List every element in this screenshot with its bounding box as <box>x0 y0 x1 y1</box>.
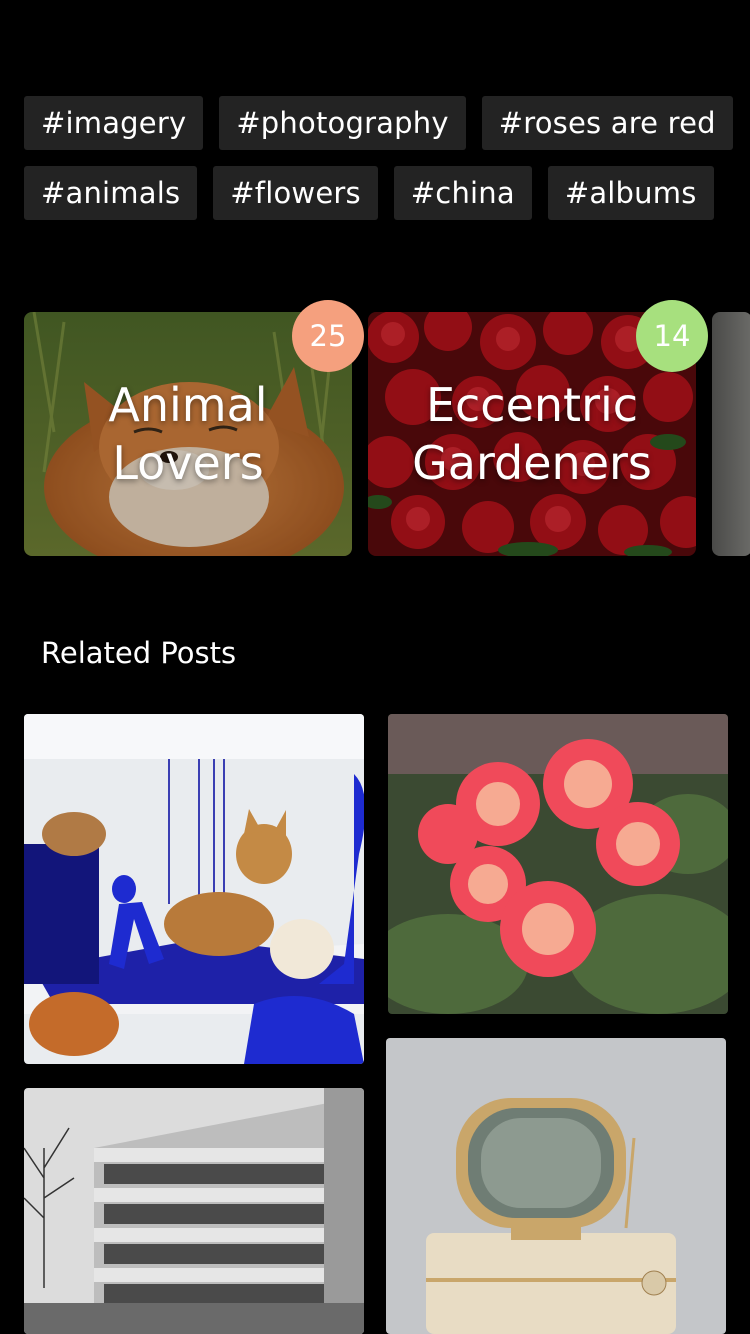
hashtag-animals[interactable]: #animals <box>24 166 198 220</box>
hashtag-list: #imagery #photography #roses are red #an… <box>24 96 733 236</box>
collection-count-badge: 25 <box>292 300 364 372</box>
collection-card-next[interactable] <box>712 312 750 556</box>
concrete-building-photo <box>24 1088 364 1334</box>
collection-title: Eccentric Gardeners <box>412 378 652 490</box>
related-post[interactable] <box>388 714 728 1014</box>
hashtag-roses-are-red[interactable]: #roses are red <box>481 96 733 150</box>
related-post[interactable] <box>24 714 364 1064</box>
hashtag-china[interactable]: #china <box>393 166 532 220</box>
hashtag-flowers[interactable]: #flowers <box>213 166 378 220</box>
hashtag-row: #animals #flowers #china #albums <box>24 166 726 220</box>
related-post[interactable] <box>386 1038 726 1334</box>
pink-begonias-photo <box>388 714 728 1014</box>
hashtag-photography[interactable]: #photography <box>219 96 466 150</box>
hashtag-albums[interactable]: #albums <box>547 166 714 220</box>
collection-title: Animal Lovers <box>108 378 268 490</box>
related-post[interactable] <box>24 1088 364 1334</box>
animals-blue-room-photo <box>24 714 364 1064</box>
hashtag-imagery[interactable]: #imagery <box>24 96 204 150</box>
retro-television-photo <box>386 1038 726 1334</box>
collection-count-badge: 14 <box>636 300 708 372</box>
hashtag-row: #imagery #photography #roses are red <box>24 96 733 150</box>
related-posts-heading: Related Posts <box>41 636 237 670</box>
collections-carousel[interactable]: Animal Lovers 25 Eccentric Gardeners 14 <box>24 300 750 556</box>
